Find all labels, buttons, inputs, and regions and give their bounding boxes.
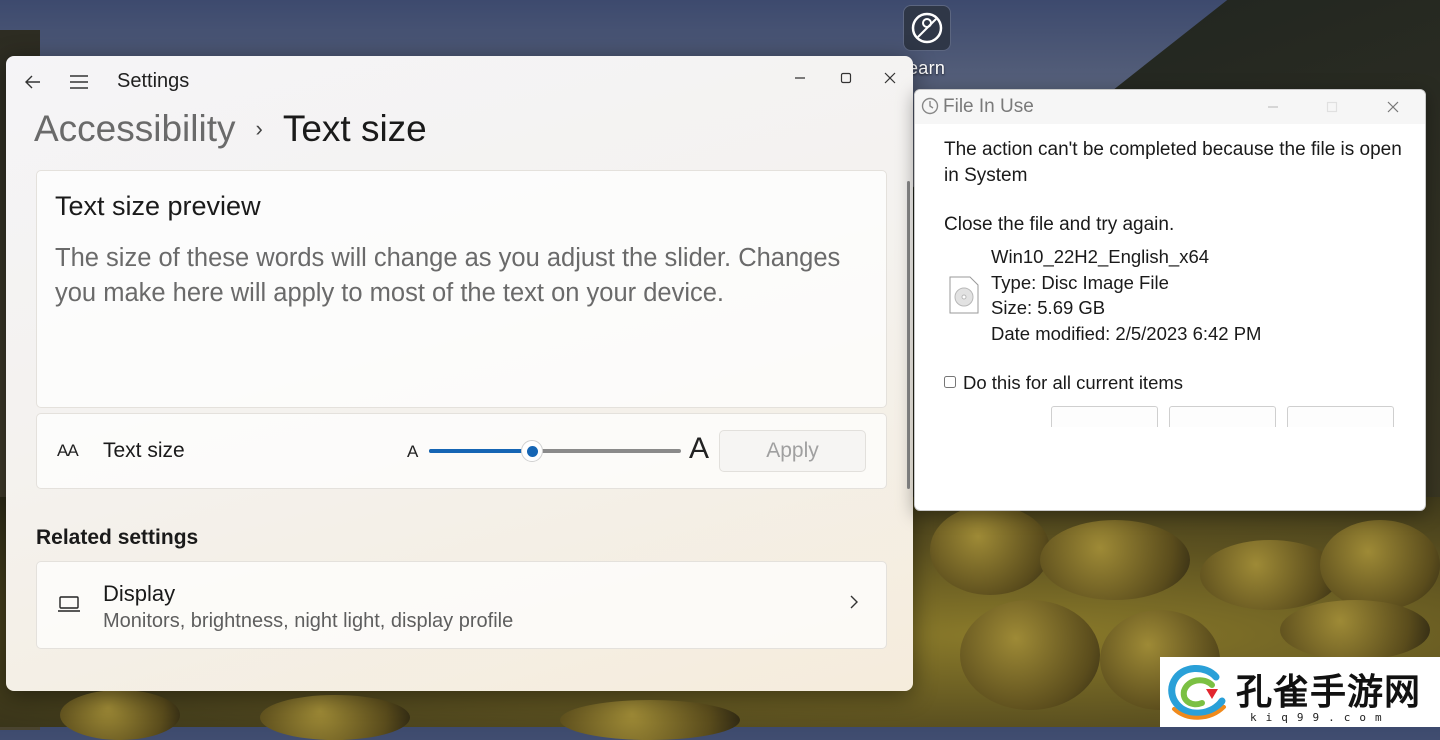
file-in-use-dialog: File In Use The action can't be complete… — [914, 89, 1426, 511]
chevron-right-icon — [850, 595, 858, 609]
file-size: Size: 5.69 GB — [991, 297, 1106, 318]
breadcrumb-parent-link[interactable]: Accessibility — [34, 108, 236, 150]
text-size-preview-card: Text size preview The size of these word… — [36, 170, 887, 408]
mossy-rock — [960, 600, 1100, 710]
mossy-rock — [930, 505, 1050, 595]
close-button[interactable] — [872, 64, 908, 92]
related-settings-heading: Related settings — [36, 526, 199, 549]
apply-to-all-checkbox[interactable] — [944, 376, 956, 388]
scrollbar-thumb[interactable] — [907, 181, 910, 489]
file-name: Win10_22H2_English_x64 — [991, 246, 1210, 267]
file-date-modified: Date modified: 2/5/2023 6:42 PM — [991, 323, 1262, 344]
settings-window: Settings Accessibility › Text size Text … — [6, 56, 913, 691]
preview-title: Text size preview — [55, 191, 261, 221]
text-size-icon: AA — [57, 441, 79, 460]
dialog-minimize-button[interactable] — [1258, 95, 1288, 119]
dialog-maximize-button[interactable] — [1317, 95, 1347, 119]
slider-fill — [429, 449, 533, 453]
dialog-action-button[interactable] — [1287, 406, 1394, 427]
watermark: 孔雀手游网 kiq99.com — [1160, 657, 1440, 727]
dialog-message: The action can't be completed because th… — [944, 139, 1402, 186]
mossy-rock — [1040, 520, 1190, 600]
text-size-card: AA Text size A A Apply — [36, 413, 887, 489]
display-title: Display — [103, 581, 176, 606]
slider-min-marker: A — [407, 442, 419, 461]
apply-button[interactable]: Apply — [719, 430, 866, 472]
dialog-instruction: Close the file and try again. — [944, 214, 1175, 235]
file-type: Type: Disc Image File — [991, 272, 1169, 293]
text-size-label: Text size — [103, 439, 185, 462]
app-title: Settings — [117, 70, 190, 92]
desktop-shortcut-label: earn — [908, 58, 946, 78]
minimize-button[interactable] — [782, 64, 818, 92]
mossy-rock — [1200, 540, 1340, 610]
disc-image-file-icon — [949, 276, 979, 314]
maximize-button[interactable] — [828, 64, 864, 92]
compass-icon — [911, 12, 943, 44]
mossy-rock — [560, 700, 740, 740]
close-icon — [1387, 101, 1399, 113]
breadcrumb: Accessibility › Text size — [34, 104, 427, 154]
back-arrow-icon — [25, 75, 40, 89]
display-settings-link[interactable]: Display Monitors, brightness, night ligh… — [36, 561, 887, 649]
mossy-rock — [260, 695, 410, 740]
back-button[interactable] — [16, 68, 50, 96]
slider-max-marker: A — [689, 432, 710, 465]
hamburger-icon — [70, 75, 88, 89]
dialog-title: File In Use — [943, 96, 1034, 117]
watermark-url: kiq99.com — [1250, 711, 1391, 724]
desktop-shortcut-icon[interactable] — [903, 5, 951, 51]
minimize-icon — [1268, 106, 1278, 108]
watermark-logo — [1168, 665, 1226, 720]
display-subtitle: Monitors, brightness, night light, displ… — [103, 610, 514, 632]
minimize-icon — [795, 77, 805, 79]
slider-thumb[interactable] — [521, 440, 544, 462]
mossy-rock — [1320, 520, 1440, 610]
settings-titlebar: Settings — [6, 56, 913, 106]
breadcrumb-separator: › — [255, 116, 263, 141]
mossy-rock — [60, 690, 180, 740]
nav-menu-button[interactable] — [62, 68, 96, 96]
mossy-rock — [1280, 600, 1430, 660]
maximize-icon — [840, 72, 852, 84]
laptop-icon — [58, 596, 80, 612]
dialog-action-button[interactable] — [1051, 406, 1158, 427]
dialog-titlebar: File In Use — [915, 90, 1425, 124]
dialog-action-button[interactable] — [1169, 406, 1276, 427]
clock-icon — [921, 97, 939, 115]
text-size-slider[interactable] — [429, 440, 681, 462]
dialog-close-button[interactable] — [1378, 95, 1408, 119]
close-icon — [884, 72, 896, 84]
maximize-icon — [1326, 101, 1338, 113]
page-title: Text size — [282, 108, 427, 149]
watermark-text: 孔雀手游网 — [1236, 672, 1422, 713]
preview-text: The size of these words will change as y… — [55, 244, 841, 307]
apply-to-all-label[interactable]: Do this for all current items — [963, 372, 1183, 394]
